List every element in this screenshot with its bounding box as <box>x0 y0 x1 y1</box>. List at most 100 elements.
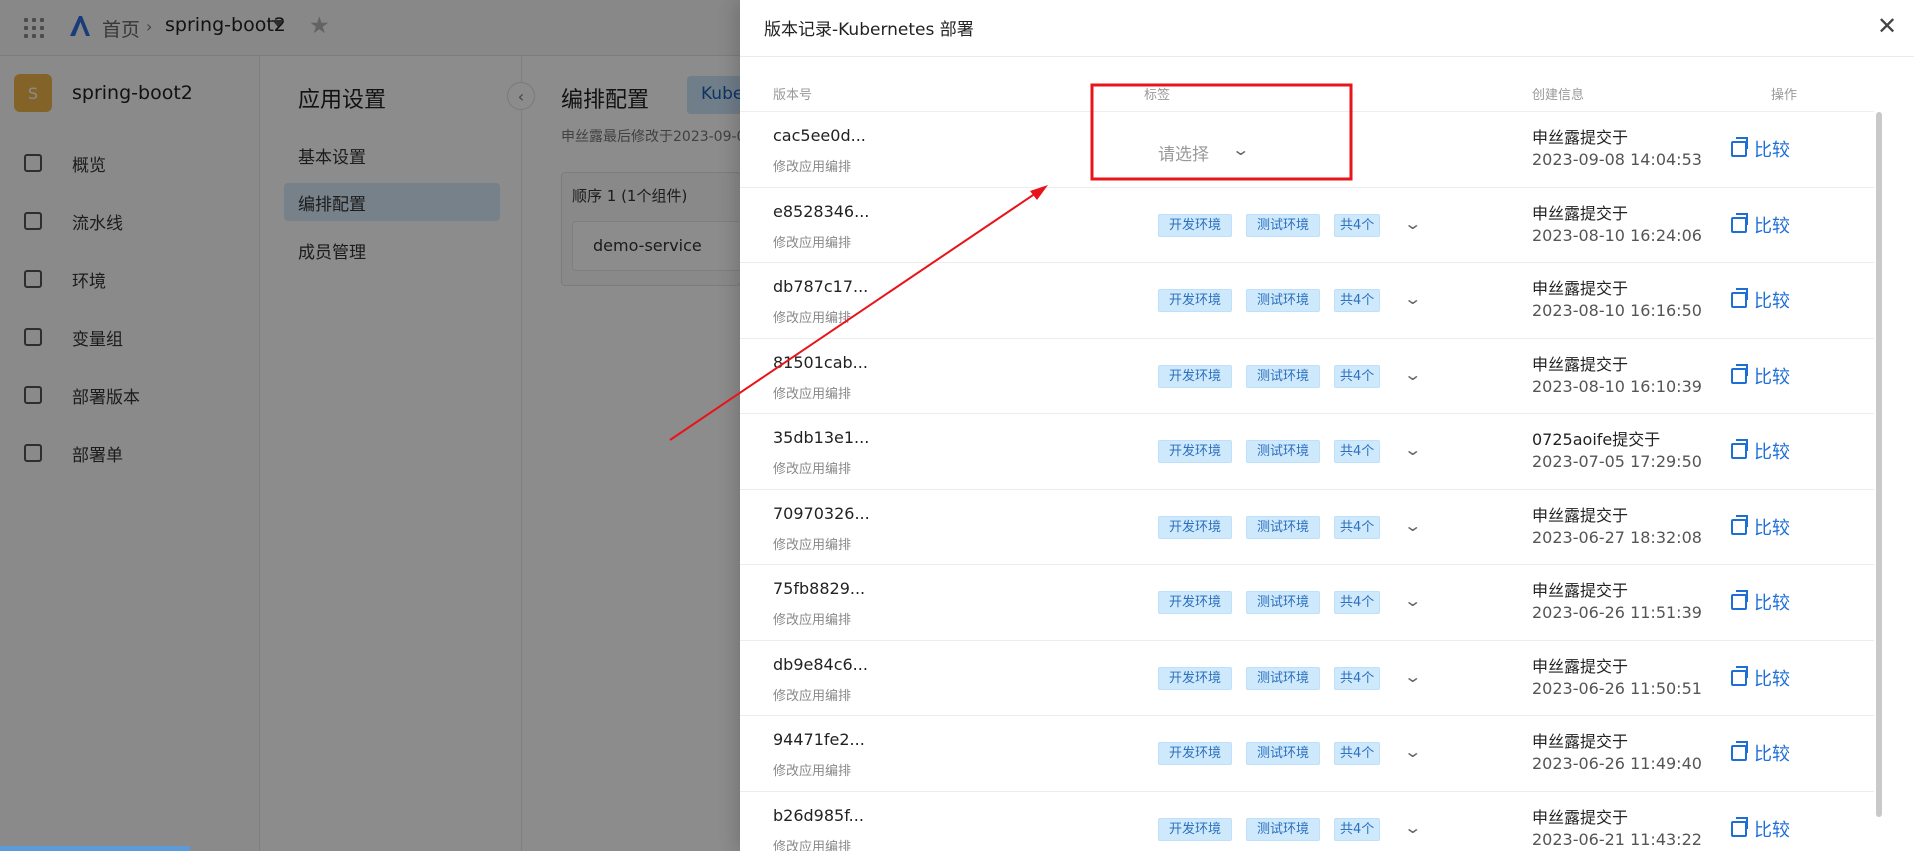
tag-test-env: 测试环境 <box>1246 591 1321 614</box>
version-id[interactable]: 75fb8829... <box>773 579 865 598</box>
chevron-down-icon[interactable]: ⌄ <box>1403 818 1422 837</box>
compare-button[interactable]: 比较 <box>1731 363 1790 389</box>
submit-time: 2023-06-27 18:32:08 <box>1532 527 1702 547</box>
compare-label: 比较 <box>1754 215 1790 237</box>
tag-dev-env: 开发环境 <box>1158 817 1233 841</box>
tag-count: 共4个 <box>1334 364 1381 388</box>
compare-button[interactable]: 比较 <box>1731 589 1790 615</box>
tag-test-env: 测试环境 <box>1246 817 1321 841</box>
submitter: 申丝露提交于 <box>1532 354 1629 374</box>
tag-count: 共4个 <box>1334 289 1381 312</box>
tag-dev-env: 开发环境 <box>1158 515 1233 539</box>
column-action: 操作 <box>1771 88 1798 103</box>
submit-time: 2023-06-26 11:49:40 <box>1532 754 1702 773</box>
tag-dev-env: 开发环境 <box>1158 666 1233 690</box>
tag-test-env: 测试环境 <box>1246 666 1321 690</box>
compare-icon <box>1731 137 1748 157</box>
chevron-down-icon[interactable]: ⌄ <box>1403 365 1422 384</box>
compare-icon <box>1731 514 1748 535</box>
version-id[interactable]: 70970326... <box>773 504 870 523</box>
tag-dev-env: 开发环境 <box>1158 742 1233 765</box>
compare-button[interactable]: 比较 <box>1731 665 1790 691</box>
submit-time: 2023-08-10 16:10:39 <box>1532 376 1702 396</box>
compare-label: 比较 <box>1754 517 1790 539</box>
table-row: cac5ee0d... 修改应用编排 请选择 ⌄ 申丝露提交于 2023-09-08 14… <box>740 112 1874 188</box>
drawer-header: 版本记录-Kubernetes 部署 ✕ <box>740 0 1914 57</box>
compare-label: 比较 <box>1754 291 1790 312</box>
chevron-down-icon[interactable]: ⌄ <box>1231 140 1250 159</box>
compare-button[interactable]: 比较 <box>1731 212 1790 238</box>
version-id[interactable]: db9e84c6... <box>773 655 868 674</box>
compare-label: 比较 <box>1754 744 1790 765</box>
compare-label: 比较 <box>1754 366 1790 388</box>
tag-select-placeholder[interactable]: 请选择 <box>1158 140 1209 165</box>
table-header: 版本号 标签 创建信息 操作 <box>740 80 1874 112</box>
compare-button[interactable]: 比较 <box>1731 514 1790 540</box>
compare-icon <box>1731 288 1748 308</box>
submit-time: 2023-08-10 16:24:06 <box>1532 225 1702 245</box>
compare-button[interactable]: 比较 <box>1731 816 1790 842</box>
version-id[interactable]: 81501cab... <box>773 353 868 372</box>
compare-icon <box>1731 590 1748 610</box>
compare-icon <box>1731 665 1748 686</box>
tag-test-env: 测试环境 <box>1246 742 1321 765</box>
submit-time: 2023-06-26 11:51:39 <box>1532 603 1702 622</box>
table-row: 35db13e1... 修改应用编排 开发环境 测试环境 共4个 ⌄ 0725aoife提交… <box>740 414 1874 490</box>
table-row: 70970326... 修改应用编排 开发环境 测试环境 共4个 ⌄ 申丝露提交于 2023-… <box>740 490 1874 565</box>
compare-label: 比较 <box>1754 593 1790 614</box>
chevron-down-icon[interactable]: ⌄ <box>1403 289 1422 308</box>
version-id[interactable]: e8528346... <box>773 202 869 221</box>
table-row: 81501cab... 修改应用编排 开发环境 测试环境 共4个 ⌄ 申丝露提交于 2023-… <box>740 339 1874 414</box>
submitter: 申丝露提交于 <box>1532 279 1629 298</box>
tag-dev-env: 开发环境 <box>1158 289 1233 312</box>
table-row: e8528346... 修改应用编排 开发环境 测试环境 共4个 ⌄ 申丝露提交于 2023-… <box>740 188 1874 263</box>
tag-dev-env: 开发环境 <box>1158 213 1233 237</box>
compare-button[interactable]: 比较 <box>1731 287 1790 313</box>
chevron-down-icon[interactable]: ⌄ <box>1403 591 1422 610</box>
version-id[interactable]: 94471fe2... <box>773 730 865 749</box>
modal-mask[interactable] <box>0 0 740 851</box>
version-desc: 修改应用编排 <box>773 613 852 628</box>
compare-icon <box>1731 741 1748 761</box>
submitter: 申丝露提交于 <box>1532 128 1629 147</box>
compare-icon <box>1731 363 1748 384</box>
table-row: 75fb8829... 修改应用编排 开发环境 测试环境 共4个 ⌄ 申丝露提交于 2023-… <box>740 565 1874 641</box>
version-desc: 修改应用编排 <box>773 462 852 477</box>
scrollbar[interactable] <box>1876 112 1882 817</box>
table-row: 94471fe2... 修改应用编排 开发环境 测试环境 共4个 ⌄ 申丝露提交于 2023-… <box>740 716 1874 792</box>
close-icon[interactable]: ✕ <box>1877 13 1897 39</box>
submitter: 申丝露提交于 <box>1532 505 1629 525</box>
tag-dev-env: 开发环境 <box>1158 591 1233 614</box>
compare-button[interactable]: 比较 <box>1731 136 1790 162</box>
submit-time: 2023-06-21 11:43:22 <box>1532 829 1702 849</box>
chevron-down-icon[interactable]: ⌄ <box>1403 742 1422 761</box>
version-id[interactable]: b26d985f... <box>773 806 864 825</box>
submit-time: 2023-06-26 11:50:51 <box>1532 678 1702 698</box>
tag-count: 共4个 <box>1334 591 1381 614</box>
compare-icon <box>1731 212 1748 233</box>
submit-time: 2023-09-08 14:04:53 <box>1532 150 1702 169</box>
chevron-down-icon[interactable]: ⌄ <box>1403 516 1422 535</box>
chevron-down-icon[interactable]: ⌄ <box>1403 667 1422 686</box>
version-desc: 修改应用编排 <box>773 688 852 704</box>
version-desc: 修改应用编排 <box>773 764 852 779</box>
submitter: 申丝露提交于 <box>1532 656 1629 676</box>
table-row: b26d985f... 修改应用编排 开发环境 测试环境 共4个 ⌄ 申丝露提交于 2023-… <box>740 792 1874 851</box>
submitter: 申丝露提交于 <box>1532 807 1629 827</box>
chevron-down-icon[interactable]: ⌄ <box>1403 214 1422 233</box>
version-id[interactable]: cac5ee0d... <box>773 126 866 145</box>
compare-icon <box>1731 816 1748 837</box>
tag-test-env: 测试环境 <box>1246 364 1321 388</box>
version-id[interactable]: db787c17... <box>773 277 868 296</box>
compare-button[interactable]: 比较 <box>1731 740 1790 766</box>
tag-count: 共4个 <box>1334 213 1381 237</box>
tag-dev-env: 开发环境 <box>1158 364 1233 388</box>
compare-icon <box>1731 439 1748 459</box>
table-row: db9e84c6... 修改应用编排 开发环境 测试环境 共4个 ⌄ 申丝露提交于 2023-… <box>740 641 1874 716</box>
version-id[interactable]: 35db13e1... <box>773 428 869 447</box>
table-row: db787c17... 修改应用编排 开发环境 测试环境 共4个 ⌄ 申丝露提交于 2023-… <box>740 263 1874 339</box>
version-table-body: cac5ee0d... 修改应用编排 请选择 ⌄ 申丝露提交于 2023-09-08 14… <box>740 112 1874 851</box>
compare-button[interactable]: 比较 <box>1731 438 1790 464</box>
column-created: 创建信息 <box>1532 88 1585 103</box>
chevron-down-icon[interactable]: ⌄ <box>1403 440 1422 459</box>
